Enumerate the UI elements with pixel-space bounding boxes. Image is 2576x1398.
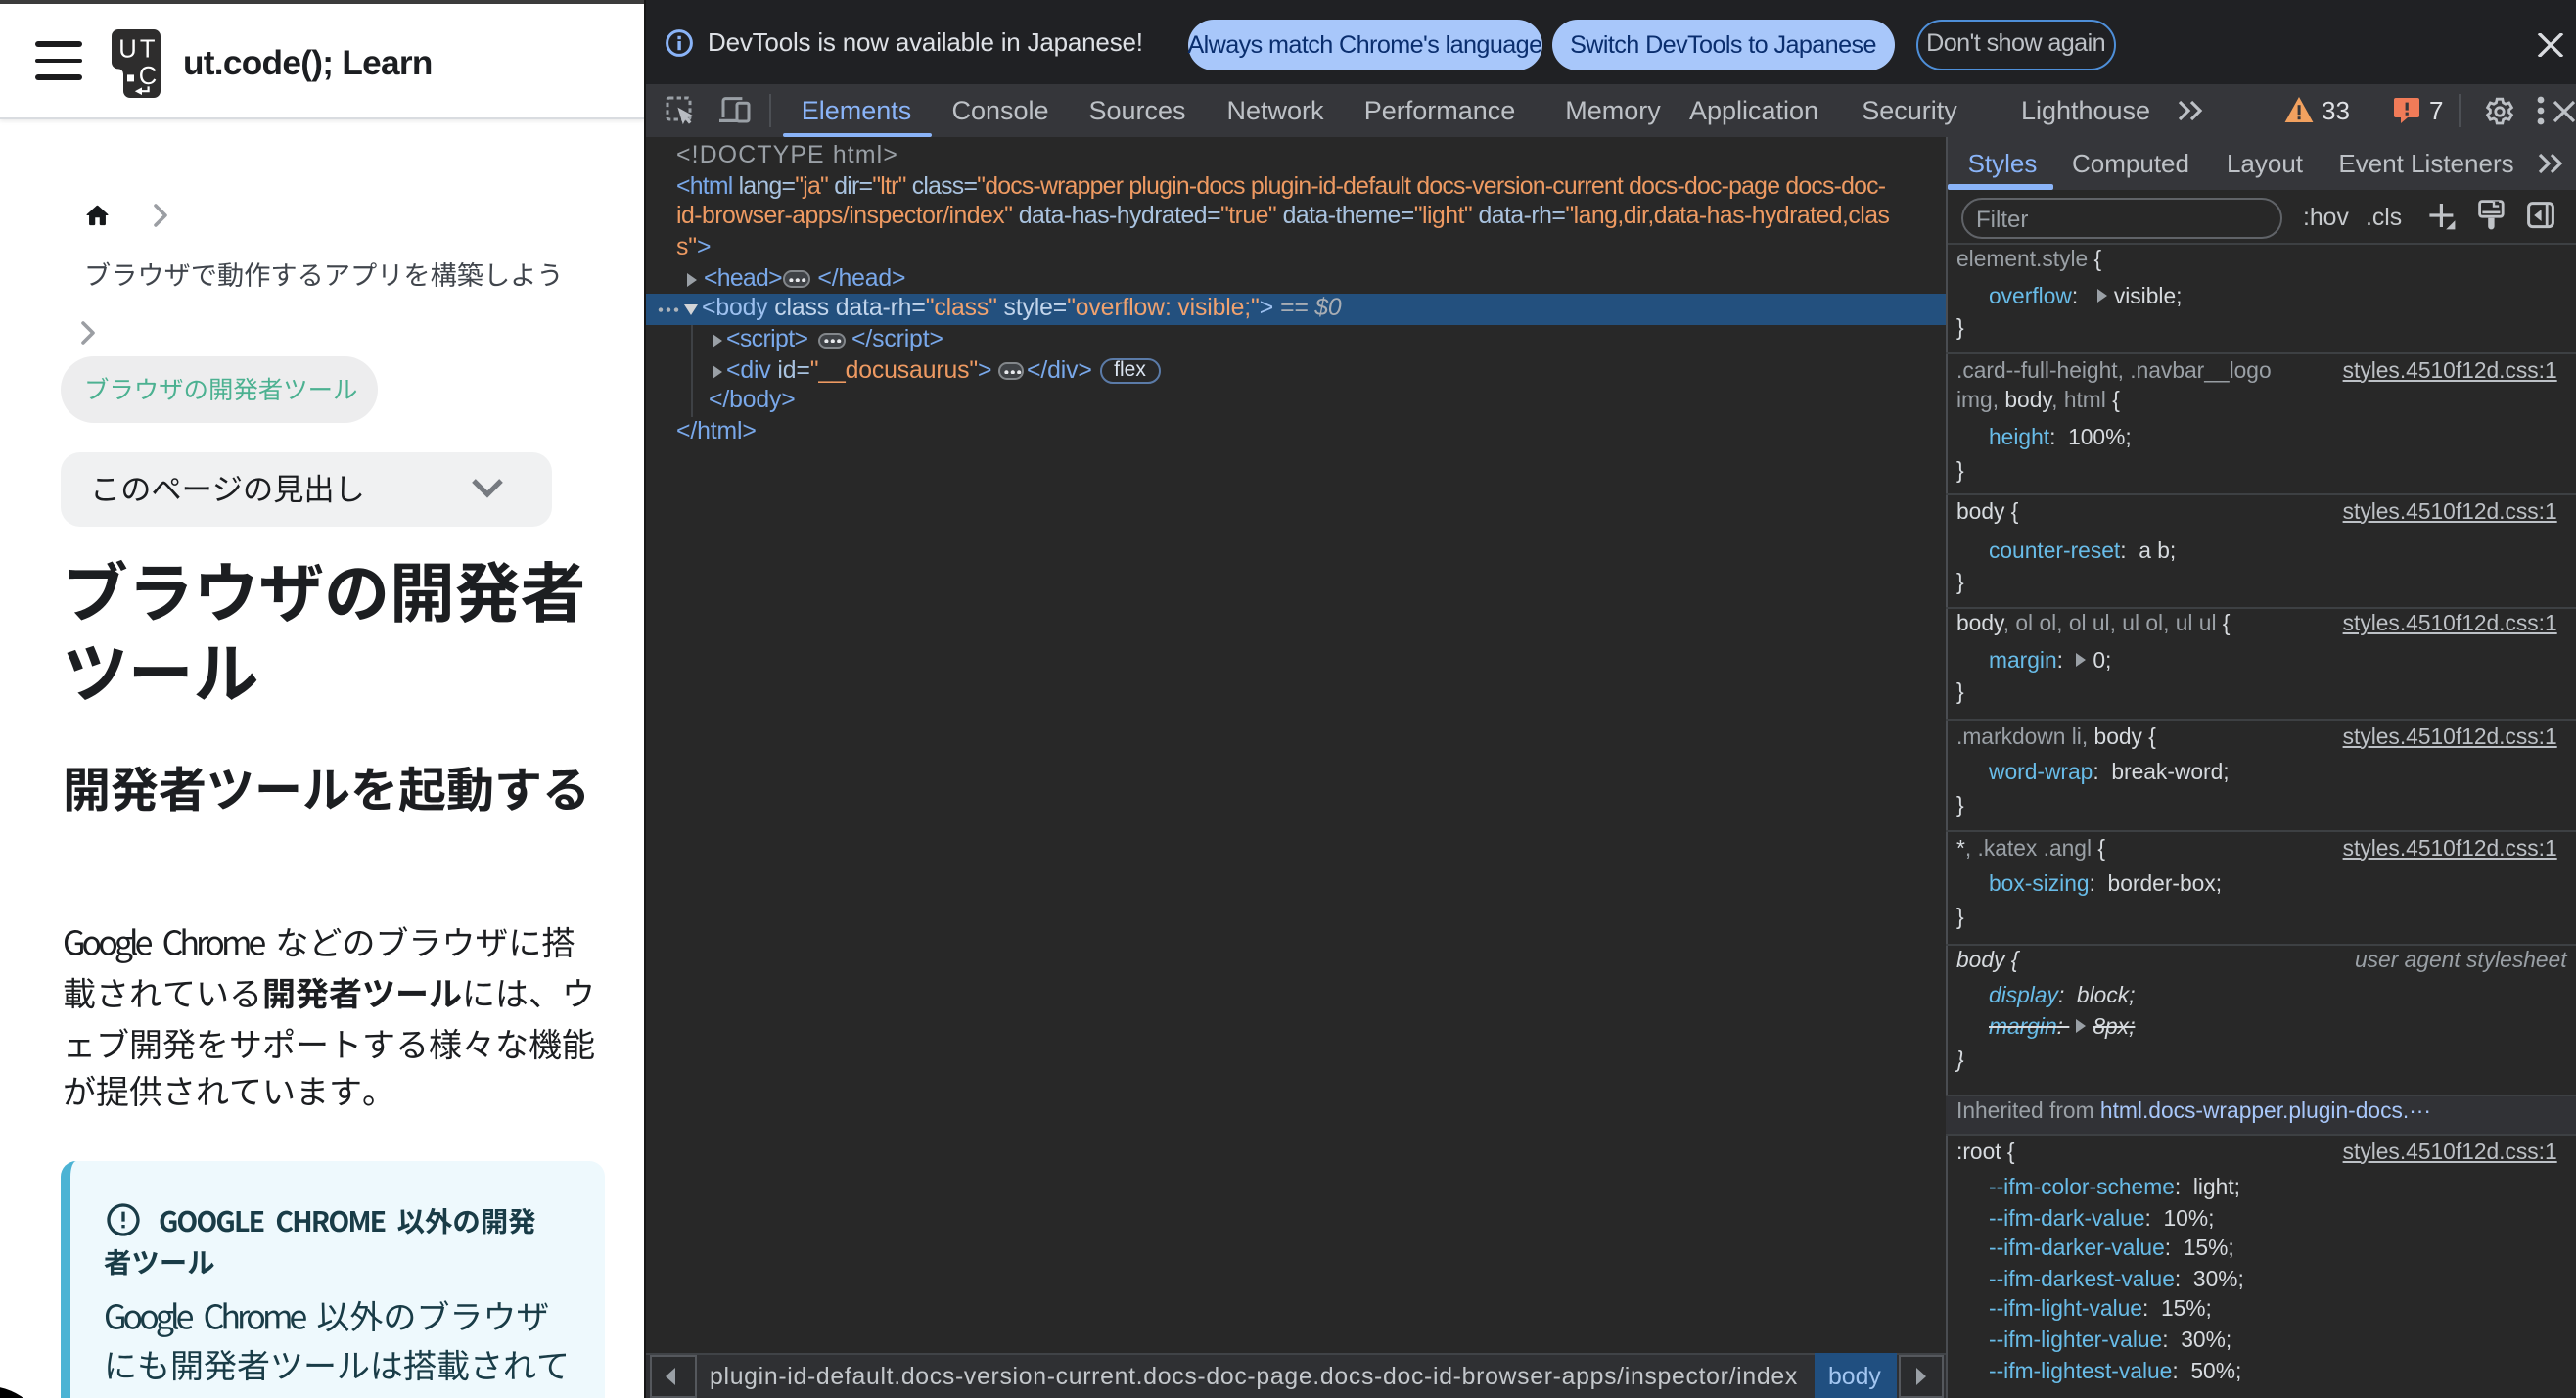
svg-text:UT: UT bbox=[117, 35, 158, 63]
svg-text:C: C bbox=[138, 63, 156, 90]
